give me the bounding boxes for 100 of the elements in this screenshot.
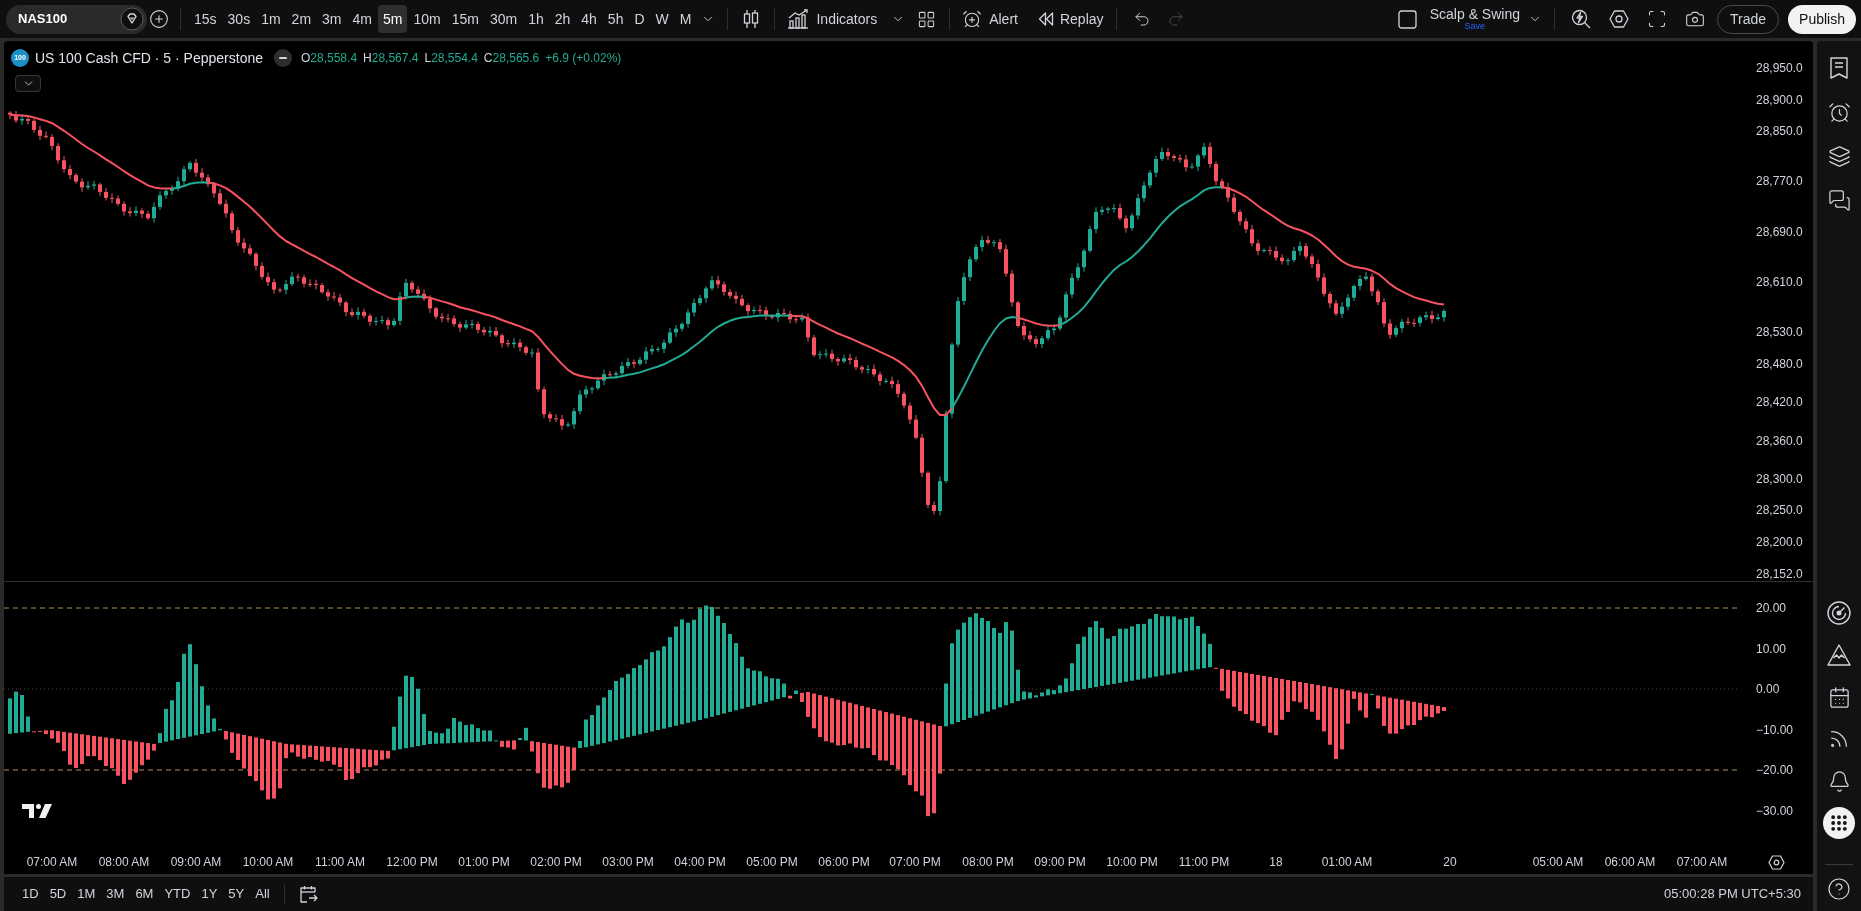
square-icon [1398, 9, 1418, 29]
settings-icon [1767, 854, 1785, 870]
price-axis-label: 28,900.0 [1756, 92, 1803, 109]
save-link[interactable]: Save [1464, 22, 1486, 31]
time-axis-label: 06:00 PM [818, 854, 870, 871]
range-button[interactable]: All [251, 882, 274, 906]
time-axis-label: 04:00 PM [674, 854, 726, 871]
indicators-button[interactable]: Indicators [783, 5, 882, 33]
interval-tab[interactable]: 15m [446, 5, 484, 33]
price-axis-label: 28,770.0 [1756, 173, 1803, 190]
time-axis-label: 07:00 AM [1676, 854, 1728, 871]
layers-icon [1827, 144, 1851, 168]
redo-icon [1166, 10, 1185, 28]
replay-button[interactable]: Replay [1033, 5, 1108, 33]
interval-tab[interactable]: 5m [377, 5, 408, 33]
time-axis-label: 09:00 AM [170, 854, 222, 871]
interval-tab[interactable]: M [674, 5, 697, 33]
interval-tab[interactable]: 1m [256, 5, 286, 33]
interval-tab[interactable]: 2h [549, 5, 576, 33]
plus-circle-icon [149, 9, 169, 29]
target-icon [1827, 601, 1851, 625]
time-axis-label: 10:00 AM [242, 854, 294, 871]
range-button[interactable]: 1D [18, 882, 43, 906]
time-axis-label: 08:00 PM [962, 854, 1014, 871]
time-axis-label: 10:00 PM [1106, 854, 1158, 871]
time-axis-label: 08:00 AM [98, 854, 150, 871]
interval-tab[interactable]: 4m [347, 5, 377, 33]
candlestick-icon [742, 9, 761, 29]
layout-name[interactable]: Scalp & Swing [1429, 7, 1520, 21]
price-axis-label: 28,360.0 [1756, 432, 1803, 450]
rss-icon [1828, 728, 1850, 750]
price-axis-label: 28,480.0 [1756, 356, 1803, 373]
range-button[interactable]: 5D [45, 882, 71, 906]
time-axis-label: 20 [1443, 854, 1457, 871]
price-axis-label: 28,152.0 [1756, 565, 1803, 583]
indicator-axis-label: 0.00 [1756, 681, 1780, 698]
list-icon [1829, 57, 1849, 79]
calendar-icon [1827, 685, 1851, 709]
bell-icon [1827, 769, 1851, 793]
interval-tab[interactable]: 2m [286, 5, 317, 33]
help-icon [1827, 877, 1851, 901]
interval-tab[interactable]: D [629, 5, 650, 33]
symbol-search[interactable]: NAS100 [6, 4, 147, 34]
time-axis-label: 03:00 PM [602, 854, 654, 871]
time-axis-label: 01:00 PM [458, 854, 510, 871]
price-axis-label: 28,300.0 [1756, 470, 1803, 488]
interval-tab[interactable]: 15s [189, 5, 222, 33]
indicator-axis-label: 10.00 [1756, 640, 1787, 658]
logo-icon [22, 804, 52, 818]
price-axis-label: 28,690.0 [1756, 223, 1803, 241]
indicator-axis-label: −30.00 [1756, 802, 1794, 820]
publish-button[interactable]: Publish [1788, 4, 1856, 34]
time-axis-label: 05:00 PM [746, 854, 798, 871]
range-button[interactable]: 5Y [224, 882, 249, 906]
range-button[interactable]: YTD [160, 882, 195, 906]
time-axis-label: 12:00 PM [386, 854, 438, 871]
alarm-clock-icon [1827, 100, 1851, 124]
range-button[interactable]: 1M [73, 882, 100, 906]
range-button[interactable]: 3M [102, 882, 129, 906]
indicator-axis-label: −10.00 [1756, 721, 1794, 739]
alert-button[interactable]: Alert [958, 5, 1022, 33]
interval-tab[interactable]: 30m [484, 5, 523, 33]
price-change: +6.9 (+0.02%) [545, 50, 622, 67]
price-axis-label: 28,420.0 [1756, 394, 1803, 411]
time-axis-label: 07:00 PM [889, 854, 941, 871]
minus-circle-icon [274, 49, 292, 67]
price-axis-label: 28,950.0 [1756, 60, 1803, 77]
interval-tab[interactable]: 4h [576, 5, 602, 33]
calendar-arrow-icon [297, 884, 318, 904]
interval-tab[interactable]: 5h [602, 5, 629, 33]
collapse-button[interactable] [15, 75, 41, 92]
camera-icon [1685, 9, 1705, 29]
time-axis-label: 11:00 AM [315, 854, 365, 871]
indicator-axis-label: 20.00 [1756, 600, 1787, 617]
time-axis-label: 18 [1269, 854, 1283, 871]
mountain-icon [1827, 644, 1851, 666]
interval-tab[interactable]: W [650, 5, 674, 33]
settings-icon [1609, 9, 1629, 29]
grid-icon [916, 9, 936, 29]
range-button[interactable]: 1Y [197, 882, 222, 906]
interval-tab[interactable]: 3m [317, 5, 347, 33]
time-axis-label: 05:00 AM [1532, 854, 1584, 871]
symbol-title: US 100 Cash CFD · 5 · Pepperstone [35, 48, 263, 68]
alarm-clock-plus-icon [962, 9, 983, 29]
chat-icon [1827, 188, 1851, 212]
interval-tab[interactable]: 10m [408, 5, 446, 33]
interval-tab[interactable]: 1h [523, 5, 549, 33]
legend-button[interactable] [273, 48, 293, 68]
ohlc-reading: L28,554.4 [424, 50, 478, 67]
time-axis-label: 11:00 PM [1178, 854, 1230, 871]
time-axis-label: 01:00 AM [1321, 854, 1373, 871]
search-icon [1571, 9, 1591, 29]
timezone-clock[interactable]: 05:00:28 PM UTC+5:30 [1664, 884, 1801, 904]
ohlc-reading: C28,565.6 [483, 50, 540, 67]
undo-icon [1132, 10, 1151, 28]
price-axis-label: 28,200.0 [1756, 533, 1803, 551]
interval-tab[interactable]: 30s [222, 5, 256, 33]
ohlc-reading: H28,567.4 [363, 50, 419, 67]
chart-icon [787, 9, 810, 29]
range-button[interactable]: 6M [131, 882, 158, 906]
